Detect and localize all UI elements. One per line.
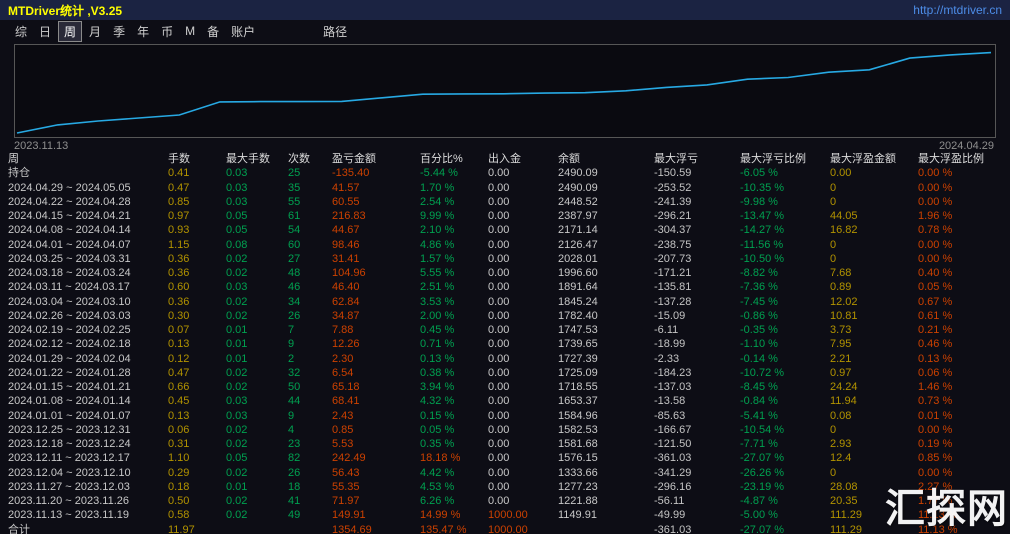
table-row[interactable]: 2023.11.27 ~ 2023.12.03 0.18 0.01 18 55.35 4.… <box>0 480 1010 494</box>
equity-chart <box>14 44 996 138</box>
table-row[interactable]: 2024.01.22 ~ 2024.01.28 0.47 0.02 32 6.54 0.3… <box>0 366 1010 380</box>
position-row[interactable]: 持仓 0.41 0.03 25 -135.40 -5.44 % 0.00 2490.09 -15… <box>0 166 1010 180</box>
column-header: 余额 <box>558 153 580 165</box>
column-header: 最大浮亏 <box>654 153 698 165</box>
table-row[interactable]: 2023.11.13 ~ 2023.11.19 0.58 0.02 49 149.91 1… <box>0 508 1010 522</box>
app-title: MTDriver统计 ,V3.25 <box>8 3 123 18</box>
column-header: 次数 <box>288 153 310 165</box>
menu-item-7[interactable]: 币 <box>156 22 178 41</box>
table-row[interactable]: 2024.04.22 ~ 2024.04.28 0.85 0.03 55 60.55 2.… <box>0 195 1010 209</box>
table-row[interactable]: 2024.03.18 ~ 2024.03.24 0.36 0.02 48 104.96 5… <box>0 266 1010 280</box>
table-row[interactable]: 2024.01.15 ~ 2024.01.21 0.66 0.02 50 65.18 3.… <box>0 380 1010 394</box>
column-header: 手数 <box>168 153 190 165</box>
equity-line <box>16 51 992 134</box>
table-row[interactable]: 2024.01.01 ~ 2024.01.07 0.13 0.03 9 2.43 0.15… <box>0 409 1010 423</box>
table-row[interactable]: 2024.04.29 ~ 2024.05.05 0.47 0.03 35 41.57 1.… <box>0 181 1010 195</box>
total-row[interactable]: 合计 11.97 1354.69 135.47 % 1000.00 -361.03 -27.… <box>0 523 1010 534</box>
table-row[interactable]: 2023.12.04 ~ 2023.12.10 0.29 0.02 26 56.43 4.… <box>0 466 1010 480</box>
column-header: 周 <box>8 153 19 165</box>
chart-start-date: 2023.11.13 <box>14 140 69 152</box>
column-header: 出入金 <box>488 153 521 165</box>
menu-item-5[interactable]: 季 <box>108 22 130 41</box>
menu-item-6[interactable]: 年 <box>132 22 154 41</box>
table-row[interactable]: 2024.04.01 ~ 2024.04.07 1.15 0.08 60 98.46 4.… <box>0 238 1010 252</box>
table-row[interactable]: 2023.12.25 ~ 2023.12.31 0.06 0.02 4 0.85 0.05… <box>0 423 1010 437</box>
table-row[interactable]: 2024.04.08 ~ 2024.04.14 0.93 0.05 54 44.67 2.… <box>0 223 1010 237</box>
menu-item-path[interactable]: 路径 <box>318 22 352 41</box>
chart-end-date: 2024.04.29 <box>938 140 994 152</box>
table-row[interactable]: 2024.02.12 ~ 2024.02.18 0.13 0.01 9 12.26 0.7… <box>0 337 1010 351</box>
menu-item-4[interactable]: 月 <box>84 22 106 41</box>
menu-item-3[interactable]: 周 <box>58 20 83 42</box>
column-header: 最大浮盈金额 <box>830 153 896 165</box>
equity-curve-svg <box>16 51 992 134</box>
table-row[interactable]: 2023.12.18 ~ 2023.12.24 0.31 0.02 23 5.53 0.3… <box>0 437 1010 451</box>
table-row[interactable]: 2024.02.26 ~ 2024.03.03 0.30 0.02 26 34.87 2.… <box>0 309 1010 323</box>
column-header: 最大浮亏比例 <box>740 153 806 165</box>
stats-table: 周 手数 最大手数 次数 盈亏金额 百分比% 出入金 余额 最大浮亏 最大浮亏比例 最大浮盈金额 最大… <box>0 152 1010 534</box>
watermark: 汇探网 <box>885 487 1008 531</box>
table-row[interactable]: 2024.03.25 ~ 2024.03.31 0.36 0.02 27 31.41 1.… <box>0 252 1010 266</box>
menu-item-1[interactable]: 综 <box>10 22 32 41</box>
title-bar: MTDriver统计 ,V3.25 http://mtdriver.cn <box>0 0 1010 20</box>
table-body: 持仓 0.41 0.03 25 -135.40 -5.44 % 0.00 2490.09 -15… <box>0 166 1010 534</box>
menu-bar: 综日周月季年币 M 备账户 路径 <box>0 20 1010 42</box>
table-row[interactable]: 2024.02.19 ~ 2024.02.25 0.07 0.01 7 7.88 0.45… <box>0 323 1010 337</box>
column-header: 盈亏金额 <box>332 153 376 165</box>
table-row[interactable]: 2024.03.04 ~ 2024.03.10 0.36 0.02 34 62.84 3.… <box>0 295 1010 309</box>
column-header: 最大浮盈比例 <box>918 153 984 165</box>
menu-item-10[interactable]: 账户 <box>226 22 260 41</box>
table-row[interactable]: 2024.04.15 ~ 2024.04.21 0.97 0.05 61 216.83 9… <box>0 209 1010 223</box>
app-url-link[interactable]: http://mtdriver.cn <box>913 3 1002 17</box>
table-row[interactable]: 2024.01.29 ~ 2024.02.04 0.12 0.01 2 2.30 0.13… <box>0 352 1010 366</box>
menu-item-2[interactable]: 日 <box>34 22 56 41</box>
table-row[interactable]: 2024.01.08 ~ 2024.01.14 0.45 0.03 44 68.41 4.… <box>0 394 1010 408</box>
table-row[interactable]: 2023.12.11 ~ 2023.12.17 1.10 0.05 82 242.49 1… <box>0 451 1010 465</box>
menu-item-8[interactable]: M <box>180 23 200 39</box>
table-row[interactable]: 2024.03.11 ~ 2024.03.17 0.60 0.03 46 46.40 2.… <box>0 280 1010 294</box>
menu-items: 综日周月季年币 M 备账户 <box>10 20 260 42</box>
table-header-row: 周 手数 最大手数 次数 盈亏金额 百分比% 出入金 余额 最大浮亏 最大浮亏比例 最大浮盈金额 最大… <box>0 152 1010 166</box>
column-header: 百分比% <box>420 153 463 165</box>
table-row[interactable]: 2023.11.20 ~ 2023.11.26 0.50 0.02 41 71.97 6.… <box>0 494 1010 508</box>
menu-item-9[interactable]: 备 <box>202 22 224 41</box>
column-header: 最大手数 <box>226 153 270 165</box>
